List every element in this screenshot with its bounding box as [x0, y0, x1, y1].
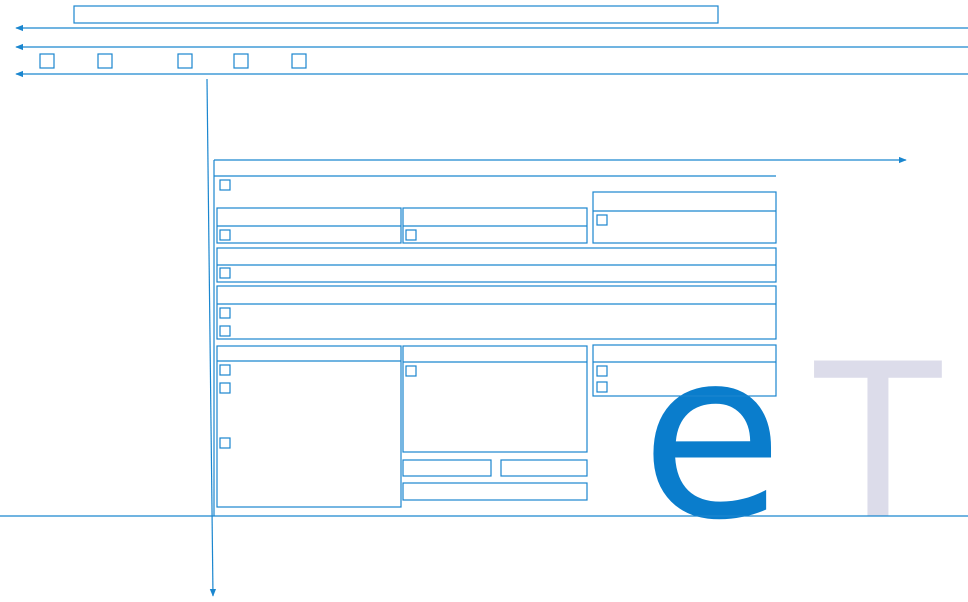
- nav-checkbox-5[interactable]: [291, 53, 307, 69]
- panel-checkbox[interactable]: [219, 364, 231, 376]
- panel-checkbox[interactable]: [596, 365, 608, 377]
- panel-checkbox[interactable]: [219, 267, 231, 279]
- panel-row-4-col-1: [216, 345, 402, 508]
- top-bar-box: [73, 5, 719, 24]
- field-wide[interactable]: [402, 482, 588, 501]
- vertical-arrow: [206, 78, 217, 597]
- title-checkbox[interactable]: [219, 179, 231, 191]
- panel-row-2: [216, 247, 777, 283]
- field-small-right[interactable]: [500, 459, 588, 477]
- wireframe-diagram: T e: [0, 0, 968, 602]
- panel-checkbox[interactable]: [219, 325, 231, 337]
- panel-checkbox[interactable]: [219, 437, 231, 449]
- logo-letter-e: e: [641, 301, 784, 571]
- panel-checkbox[interactable]: [219, 307, 231, 319]
- logo-letter-t: T: [809, 311, 947, 564]
- nav-checkbox-4[interactable]: [233, 53, 249, 69]
- panel-checkbox[interactable]: [596, 214, 608, 226]
- panel-row-1-col-1: [216, 207, 402, 244]
- panel-checkbox[interactable]: [405, 229, 417, 241]
- panel-checkbox[interactable]: [219, 229, 231, 241]
- panel-row-4-col-2: [402, 345, 588, 453]
- panel-row-1-col-2: [402, 207, 588, 244]
- panel-checkbox[interactable]: [219, 382, 231, 394]
- field-small-left[interactable]: [402, 459, 492, 477]
- panel-checkbox[interactable]: [596, 381, 608, 393]
- panel-checkbox[interactable]: [405, 365, 417, 377]
- nav-checkbox-2[interactable]: [97, 53, 113, 69]
- panel-row-1-col-3: [592, 191, 777, 244]
- nav-checkbox-1[interactable]: [39, 53, 55, 69]
- wireframe-canvas: T e: [0, 5, 968, 597]
- nav-checkbox-3[interactable]: [177, 53, 193, 69]
